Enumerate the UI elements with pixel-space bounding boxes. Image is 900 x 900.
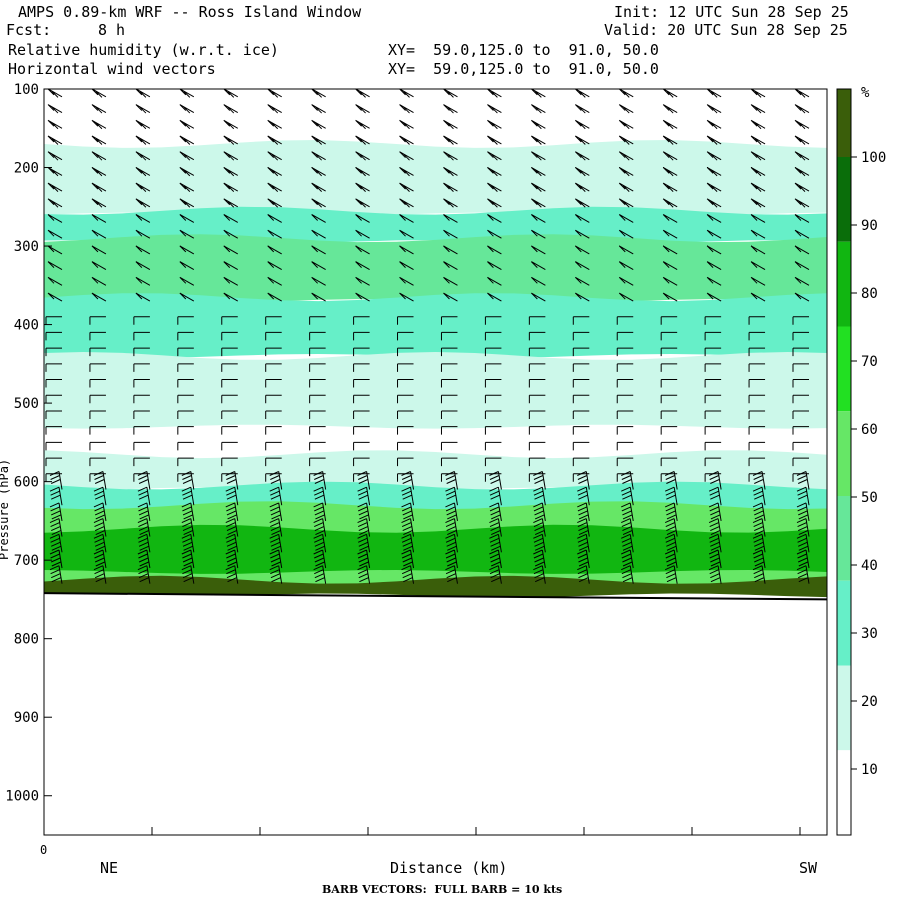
colorbar-band: [837, 411, 851, 496]
colorbar-band: [837, 665, 851, 751]
colorbar-band: [837, 750, 851, 835]
x-axis-label: Distance (km): [390, 859, 508, 877]
y-tick-label: 500: [14, 396, 39, 412]
colorbar-band: [837, 89, 851, 157]
colorbar-label: 30: [861, 626, 878, 642]
colorbar-label: 100: [861, 150, 886, 166]
sw-label: SW: [799, 859, 818, 877]
rh-layer: [44, 140, 827, 217]
y-tick-label: 400: [14, 318, 39, 334]
below-ground-mask: [44, 593, 827, 835]
colorbar-label: 50: [861, 490, 878, 506]
y-axis-label: Pressure (hPa): [0, 459, 11, 560]
ne-label: NE: [100, 859, 119, 877]
y-tick-label: 1000: [5, 789, 39, 805]
colorbar-label: 10: [861, 762, 878, 778]
cross-section-chart: 100 200 300 400 500 600 700 800 900 1000 Pressure …: [0, 82, 886, 836]
barb-note: BARB VECTORS: FULL BARB = 10 kts: [322, 883, 563, 896]
colorbar-label: 80: [861, 286, 878, 302]
colorbar-band: [837, 496, 851, 581]
colorbar-band: [837, 580, 851, 666]
colorbar-band: [837, 241, 851, 327]
y-tick-label: 900: [14, 710, 39, 726]
colorbar-label: 40: [861, 558, 878, 574]
y-tick-label: 600: [14, 475, 39, 491]
y-tick-label: 100: [14, 82, 39, 98]
colorbar-label: 60: [861, 422, 878, 438]
colorbar-label: 90: [861, 218, 878, 234]
colorbar-band: [837, 157, 851, 242]
y-tick-label: 200: [14, 161, 39, 177]
y-tick-label: 700: [14, 553, 39, 569]
colorbar-band: [837, 326, 851, 412]
x-zero-label: 0: [40, 843, 48, 857]
colorbar-label: 20: [861, 694, 878, 710]
rh-layer: [44, 234, 827, 304]
y-tick-label: 300: [14, 239, 39, 255]
colorbar-label: 70: [861, 354, 878, 370]
colorbar-unit: %: [861, 85, 870, 101]
y-tick-label: 800: [14, 632, 39, 648]
colorbar: % 10 20 30 40 50 60 70 80 90 100: [836, 85, 886, 836]
